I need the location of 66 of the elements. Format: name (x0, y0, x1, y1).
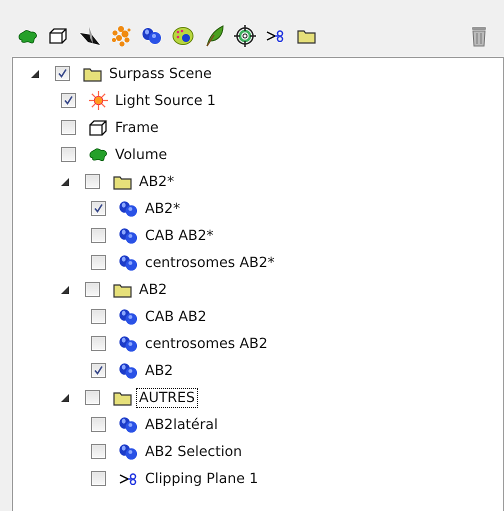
tree-item[interactable]: CAB AB2* (142, 226, 216, 246)
spots-icon (110, 25, 132, 47)
tool-button[interactable] (78, 24, 101, 48)
tree-item[interactable]: AB2latéral (142, 414, 221, 434)
folder-icon (112, 282, 132, 298)
tree-item[interactable]: centrosomes AB2* (142, 252, 278, 272)
checkbox[interactable] (61, 147, 76, 162)
plane-icon (78, 26, 100, 46)
scissors-icon (266, 30, 285, 42)
checkbox[interactable] (91, 363, 106, 378)
target-icon (234, 25, 256, 47)
expander-icon[interactable] (61, 394, 69, 402)
blob-icon (118, 362, 138, 380)
checkbox[interactable] (85, 390, 100, 405)
blob-icon (118, 254, 138, 272)
tree-item[interactable]: AB2* (136, 172, 178, 192)
tree-item[interactable]: CAB AB2 (142, 306, 210, 326)
checkbox[interactable] (85, 174, 100, 189)
checkbox[interactable] (85, 282, 100, 297)
blob-icon (88, 146, 108, 163)
blob-icon (118, 416, 138, 434)
checkbox[interactable] (91, 201, 106, 216)
folder-icon (112, 174, 132, 190)
blob-icon (118, 308, 138, 326)
sun-icon (88, 91, 108, 110)
tree-item[interactable]: Surpass Scene (106, 64, 215, 84)
folder-icon (297, 28, 316, 44)
checkbox[interactable] (91, 228, 106, 243)
box-icon (49, 28, 68, 44)
scissors-icon (118, 472, 138, 484)
tree-item[interactable]: Volume (112, 144, 170, 164)
box-icon (88, 120, 108, 136)
expander-icon[interactable] (61, 286, 69, 294)
blob-icon (118, 226, 138, 244)
checkbox[interactable] (91, 336, 106, 351)
cell-icon (172, 26, 194, 46)
tree-item[interactable]: AUTRES (136, 388, 198, 408)
checkbox[interactable] (91, 444, 106, 459)
tree-item[interactable]: AB2* (142, 198, 184, 218)
checkbox[interactable] (61, 93, 76, 108)
tool-button[interactable] (171, 24, 194, 48)
checkbox[interactable] (91, 417, 106, 432)
blob-icon (118, 442, 138, 460)
checkbox[interactable] (61, 120, 76, 135)
folder-icon (82, 66, 102, 82)
tree-item[interactable]: AB2 (136, 280, 170, 300)
expander-icon[interactable] (31, 70, 39, 78)
folder-icon (112, 390, 132, 406)
checkbox[interactable] (91, 309, 106, 324)
tree-item[interactable]: Frame (112, 118, 162, 138)
tree-item[interactable]: AB2 (142, 360, 176, 380)
tree-item[interactable]: centrosomes AB2 (142, 334, 271, 354)
checkbox[interactable] (55, 66, 70, 81)
tree-item[interactable]: AB2 Selection (142, 442, 246, 462)
tool-button[interactable] (233, 24, 256, 48)
tree-item[interactable]: Clipping Plane 1 (142, 468, 262, 488)
expander-icon[interactable] (61, 178, 69, 186)
tree-item[interactable]: Light Source 1 (112, 90, 219, 110)
blob-icon (118, 334, 138, 352)
checkbox[interactable] (91, 255, 106, 270)
trash-icon (470, 25, 486, 47)
blob-icon (118, 200, 138, 218)
leaf-icon (204, 25, 224, 47)
blob-icon (17, 28, 38, 44)
checkbox[interactable] (91, 471, 106, 486)
blob-icon (141, 27, 162, 45)
